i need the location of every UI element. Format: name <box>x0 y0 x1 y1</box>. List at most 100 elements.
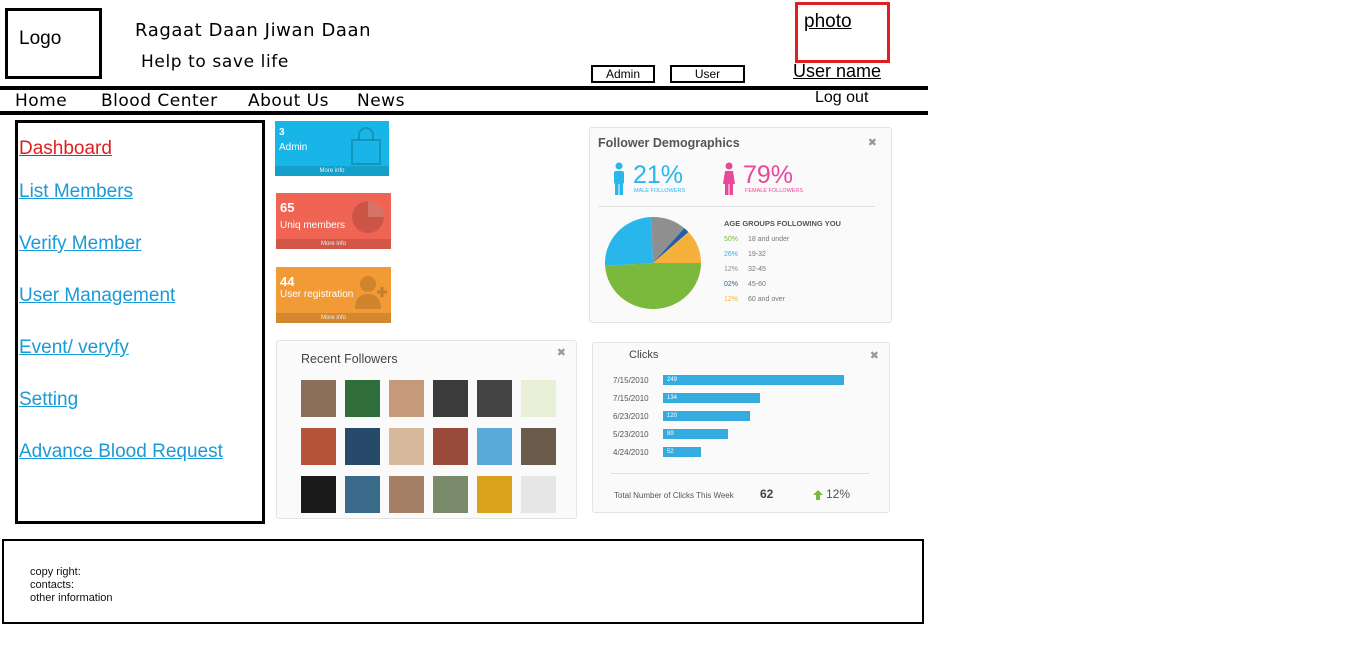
click-date: 6/23/2010 <box>613 412 649 421</box>
admin-tile[interactable]: 3 Admin More info <box>275 121 389 176</box>
panel-title: Clicks <box>629 349 659 361</box>
nav-blood-center[interactable]: Blood Center <box>101 91 218 111</box>
follower-avatar[interactable] <box>477 476 512 513</box>
tile-value: 65 <box>280 200 295 215</box>
tile-value: 44 <box>280 274 295 289</box>
age-group-percent: 12% <box>724 266 739 273</box>
follower-avatar[interactable] <box>389 428 424 465</box>
user-name-link[interactable]: User name <box>793 61 881 82</box>
total-clicks-label: Total Number of Clicks This Week <box>614 491 734 500</box>
divider <box>598 206 875 207</box>
click-bar: 89 <box>663 429 728 439</box>
follower-avatar[interactable] <box>521 428 556 465</box>
tile-more-info-link[interactable]: More info <box>276 313 391 323</box>
panel-title: Recent Followers <box>301 352 398 366</box>
sidebar-item-setting[interactable]: Setting <box>19 389 78 411</box>
click-date: 4/24/2010 <box>613 448 649 457</box>
click-bar: 249 <box>663 375 844 385</box>
tile-more-info-link[interactable]: More info <box>276 239 391 249</box>
clicks-panel: Clicks ✖ 7/15/2010 249 7/15/2010 134 6/23/20… <box>592 342 890 513</box>
follower-avatar[interactable] <box>433 428 468 465</box>
sidebar-item-advance-blood-request[interactable]: Advance Blood Request <box>19 441 223 463</box>
footer: copy right: contacts: other information <box>2 539 924 624</box>
arrow-up-icon <box>813 490 823 500</box>
nav-about-us[interactable]: About Us <box>248 91 329 111</box>
tile-label: Admin <box>279 142 308 153</box>
sidebar-item-event-verify[interactable]: Event/ veryfy <box>19 337 129 359</box>
tile-value: 3 <box>279 127 285 138</box>
close-icon[interactable]: ✖ <box>868 136 877 149</box>
clicks-change-percent: 12% <box>826 487 851 501</box>
age-group-percent: 12% <box>724 296 739 303</box>
follower-avatar[interactable] <box>477 380 512 417</box>
nav-divider <box>0 111 928 115</box>
tile-more-info-link[interactable]: More info <box>275 166 389 176</box>
sidebar-item-list-members[interactable]: List Members <box>19 181 133 203</box>
bag-icon <box>351 127 381 165</box>
click-date: 7/15/2010 <box>613 394 649 403</box>
nav-home[interactable]: Home <box>15 91 67 111</box>
female-label: FEMALE FOLLOWERS <box>745 188 804 194</box>
profile-photo[interactable]: photo <box>795 2 890 63</box>
age-groups-title: AGE GROUPS FOLLOWING YOU <box>724 219 841 228</box>
follower-avatar[interactable] <box>345 380 380 417</box>
female-icon <box>723 162 735 195</box>
click-date: 5/23/2010 <box>613 430 649 439</box>
follower-avatar[interactable] <box>345 428 380 465</box>
follower-avatar[interactable] <box>477 428 512 465</box>
pie-slice <box>605 263 701 310</box>
total-clicks-value: 62 <box>760 487 774 501</box>
follower-avatar[interactable] <box>433 476 468 513</box>
click-bar: 52 <box>663 447 701 457</box>
follower-avatar[interactable] <box>389 380 424 417</box>
admin-button[interactable]: Admin <box>591 65 655 83</box>
site-title: Ragaat Daan Jiwan Daan <box>135 20 372 41</box>
sidebar-item-verify-member[interactable]: Verify Member <box>19 233 141 255</box>
tile-label: User registration <box>280 289 354 300</box>
follower-avatar[interactable] <box>301 380 336 417</box>
age-group-percent: 26% <box>724 251 739 258</box>
divider <box>611 473 869 474</box>
add-user-icon <box>355 276 387 309</box>
age-group-label: 18 and under <box>748 236 790 243</box>
follower-avatar[interactable] <box>301 428 336 465</box>
age-group-percent: 02% <box>724 281 739 288</box>
male-label: MALE FOLLOWERS <box>634 188 686 194</box>
header-divider <box>0 86 928 90</box>
male-icon <box>614 162 624 195</box>
male-percent: 21% <box>633 161 684 189</box>
sidebar-item-user-management[interactable]: User Management <box>19 285 175 307</box>
pie-slice <box>605 217 653 266</box>
uniq-members-tile[interactable]: 65 Uniq members More info <box>276 193 391 249</box>
user-registration-tile[interactable]: 44 User registration More info <box>276 267 391 323</box>
logo: Logo <box>5 8 102 79</box>
female-percent: 79% <box>743 161 794 189</box>
age-group-label: 32-45 <box>748 266 766 273</box>
close-icon[interactable]: ✖ <box>557 346 566 359</box>
site-tagline: Help to save life <box>141 52 289 72</box>
follower-avatar[interactable] <box>345 476 380 513</box>
logout-link[interactable]: Log out <box>815 89 868 107</box>
follower-avatar[interactable] <box>521 476 556 513</box>
click-date: 7/15/2010 <box>613 376 649 385</box>
pie-chart-icon <box>352 201 384 233</box>
footer-copyright: copy right: <box>30 566 81 578</box>
tile-label: Uniq members <box>280 220 346 231</box>
age-group-label: 45-60 <box>748 281 766 288</box>
panel-title: Follower Demographics <box>598 136 740 150</box>
age-group-label: 60 and over <box>748 296 785 303</box>
follower-avatar[interactable] <box>389 476 424 513</box>
age-pie-chart <box>605 217 701 310</box>
footer-contacts: contacts: <box>30 579 75 591</box>
close-icon[interactable]: ✖ <box>870 349 879 362</box>
follower-avatar[interactable] <box>521 380 556 417</box>
sidebar-item-dashboard[interactable]: Dashboard <box>19 138 112 160</box>
recent-followers-panel: Recent Followers ✖ <box>276 340 577 519</box>
follower-avatar[interactable] <box>433 380 468 417</box>
click-bar: 120 <box>663 411 751 421</box>
click-bar: 134 <box>663 393 761 403</box>
nav-news[interactable]: News <box>357 91 405 111</box>
follower-avatar[interactable] <box>301 476 336 513</box>
age-group-label: 19-32 <box>748 251 766 258</box>
user-button[interactable]: User <box>670 65 745 83</box>
